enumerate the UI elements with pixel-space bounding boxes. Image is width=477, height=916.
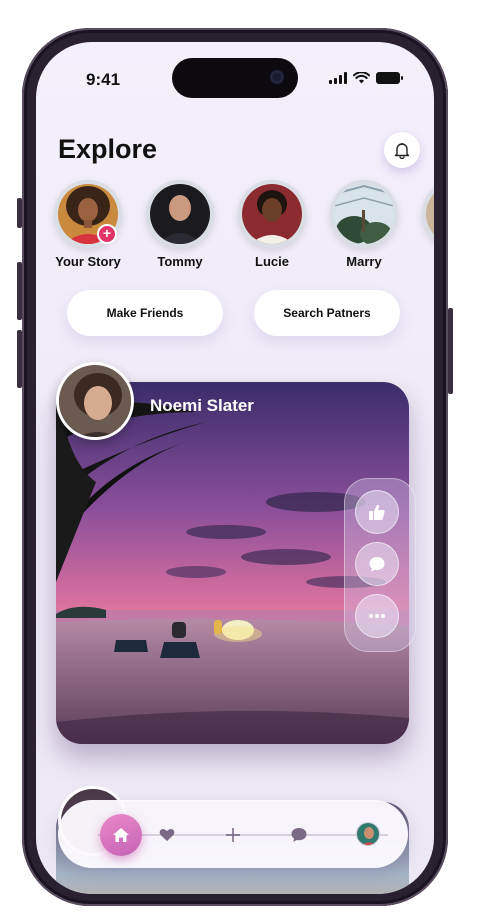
post-author-avatar[interactable]: [56, 362, 134, 440]
nav-home-button[interactable]: [100, 814, 142, 856]
story-name: Tommy: [157, 254, 203, 269]
story-partial[interactable]: [411, 180, 434, 248]
post-author-name: Noemi Slater: [150, 396, 254, 415]
avatar: [242, 184, 302, 244]
nav-profile-avatar[interactable]: [356, 822, 380, 846]
nav-add-button[interactable]: [222, 824, 244, 846]
story-name: Marry: [346, 254, 382, 269]
bottom-nav: [58, 800, 408, 868]
chat-icon: [291, 828, 307, 842]
camera-icon: [270, 70, 284, 84]
comment-button[interactable]: [355, 542, 399, 586]
avatar: [426, 184, 434, 244]
home-icon: [113, 828, 129, 842]
nav-favorites-button[interactable]: [156, 824, 178, 846]
make-friends-button[interactable]: Make Friends: [67, 290, 223, 336]
story-ring: [238, 180, 306, 248]
more-dots-icon: [369, 614, 385, 618]
story-ring: [146, 180, 214, 248]
power-button: [448, 308, 453, 394]
signal-icon: [329, 72, 347, 84]
plus-icon: [226, 828, 240, 842]
story-tommy[interactable]: Tommy: [135, 180, 225, 269]
story-name: Your Story: [55, 254, 121, 269]
avatar: [334, 184, 394, 244]
heart-icon: [159, 828, 175, 841]
story-marry[interactable]: Marry: [319, 180, 409, 269]
status-icons: [329, 72, 403, 84]
like-button[interactable]: [355, 490, 399, 534]
stories-row: + Your Story Tommy Lucie Marry: [46, 180, 434, 280]
nav-messages-button[interactable]: [288, 824, 310, 846]
story-name: Lucie: [255, 254, 289, 269]
avatar: [150, 184, 210, 244]
page-title: Explore: [58, 134, 158, 164]
notifications-button[interactable]: [384, 132, 420, 168]
story-ring: [422, 180, 434, 248]
thumbs-up-icon: [369, 504, 385, 520]
add-story-icon[interactable]: +: [97, 224, 117, 244]
app-screen: 9:41 Explore + Your Story Tommy Lucie Ma…: [36, 42, 434, 894]
status-time: 9:41: [86, 70, 121, 89]
bell-icon: [394, 143, 410, 159]
search-partners-button[interactable]: Search Patners: [254, 290, 400, 336]
more-button[interactable]: [355, 594, 399, 638]
story-lucie[interactable]: Lucie: [227, 180, 317, 269]
dynamic-island: [172, 58, 298, 98]
chat-bubble-icon: [369, 557, 385, 572]
wifi-icon: [353, 72, 370, 84]
battery-icon: [376, 72, 403, 84]
story-your-story[interactable]: + Your Story: [43, 180, 133, 269]
story-ring: [330, 180, 398, 248]
